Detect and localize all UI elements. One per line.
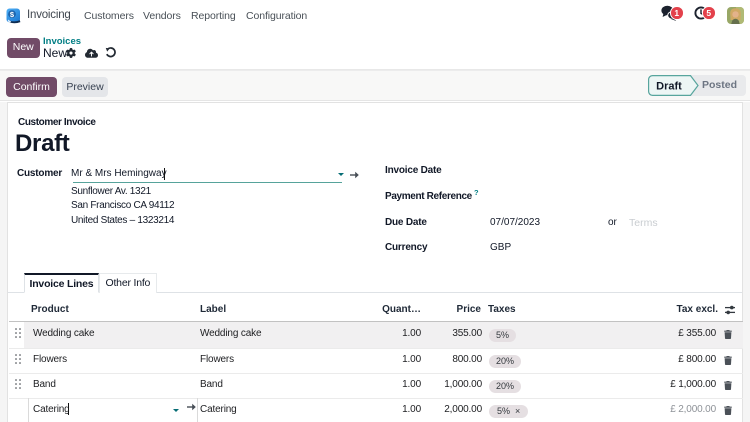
svg-text:Draft: Draft bbox=[656, 81, 682, 93]
